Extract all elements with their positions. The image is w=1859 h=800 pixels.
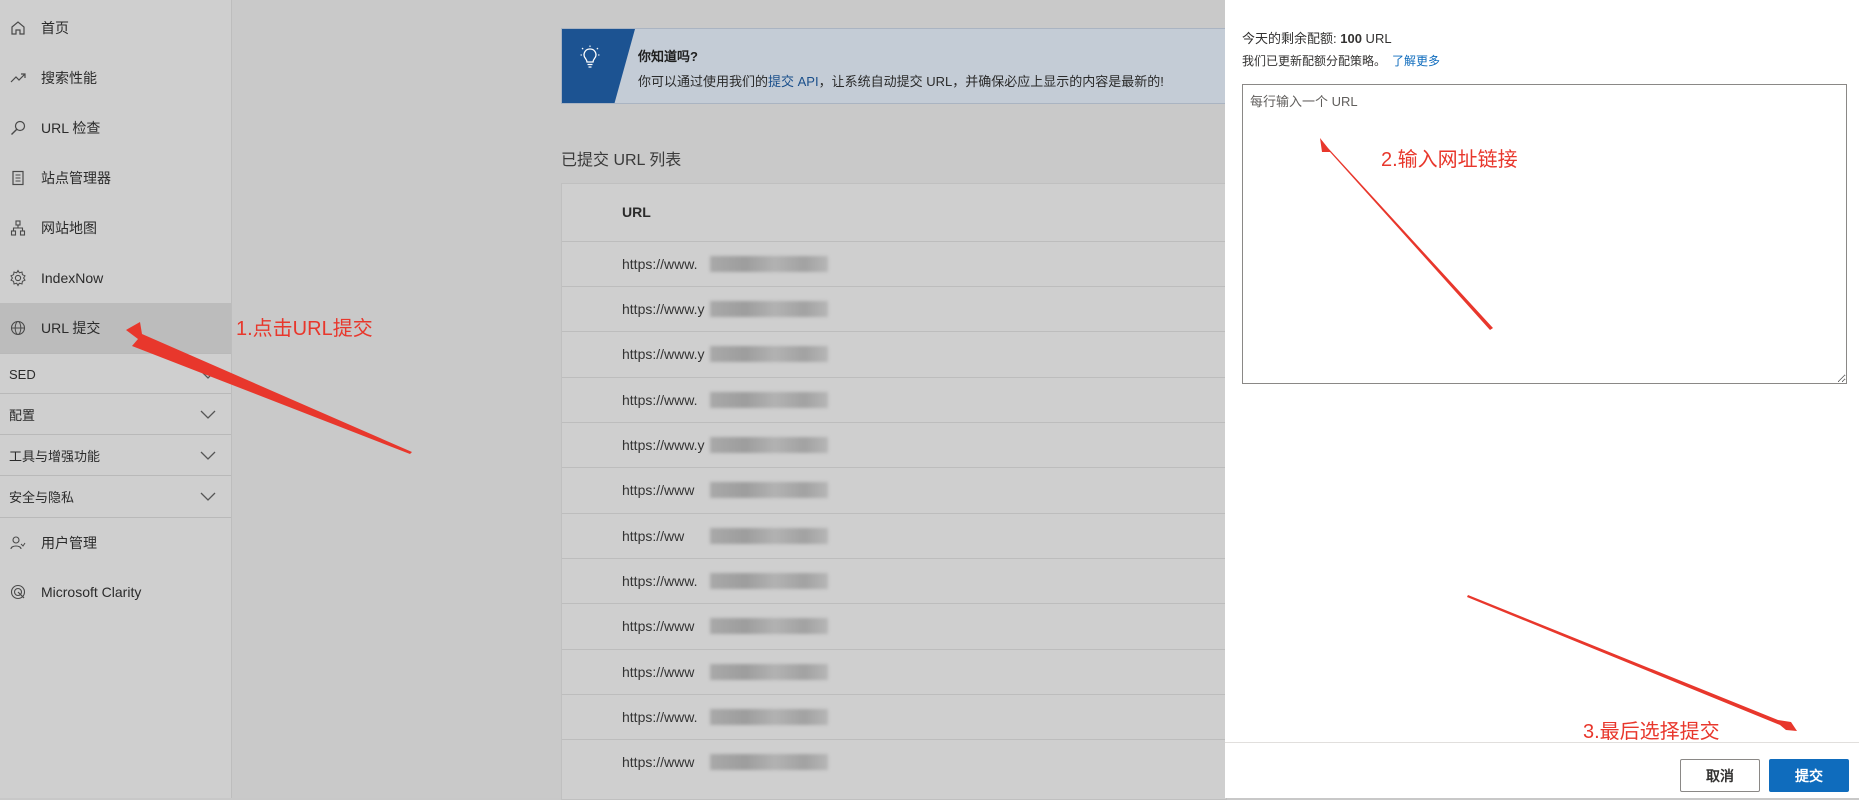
- arrow-step3: [1467, 595, 1797, 731]
- annotation-arrows: [126, 138, 1797, 731]
- annotation-step3: 3.最后选择提交: [1583, 721, 1720, 743]
- arrow-step1: [126, 322, 412, 454]
- annotation-step2: 2.输入网址链接: [1381, 149, 1518, 171]
- annotation-step1: 1.点击URL提交: [236, 318, 373, 340]
